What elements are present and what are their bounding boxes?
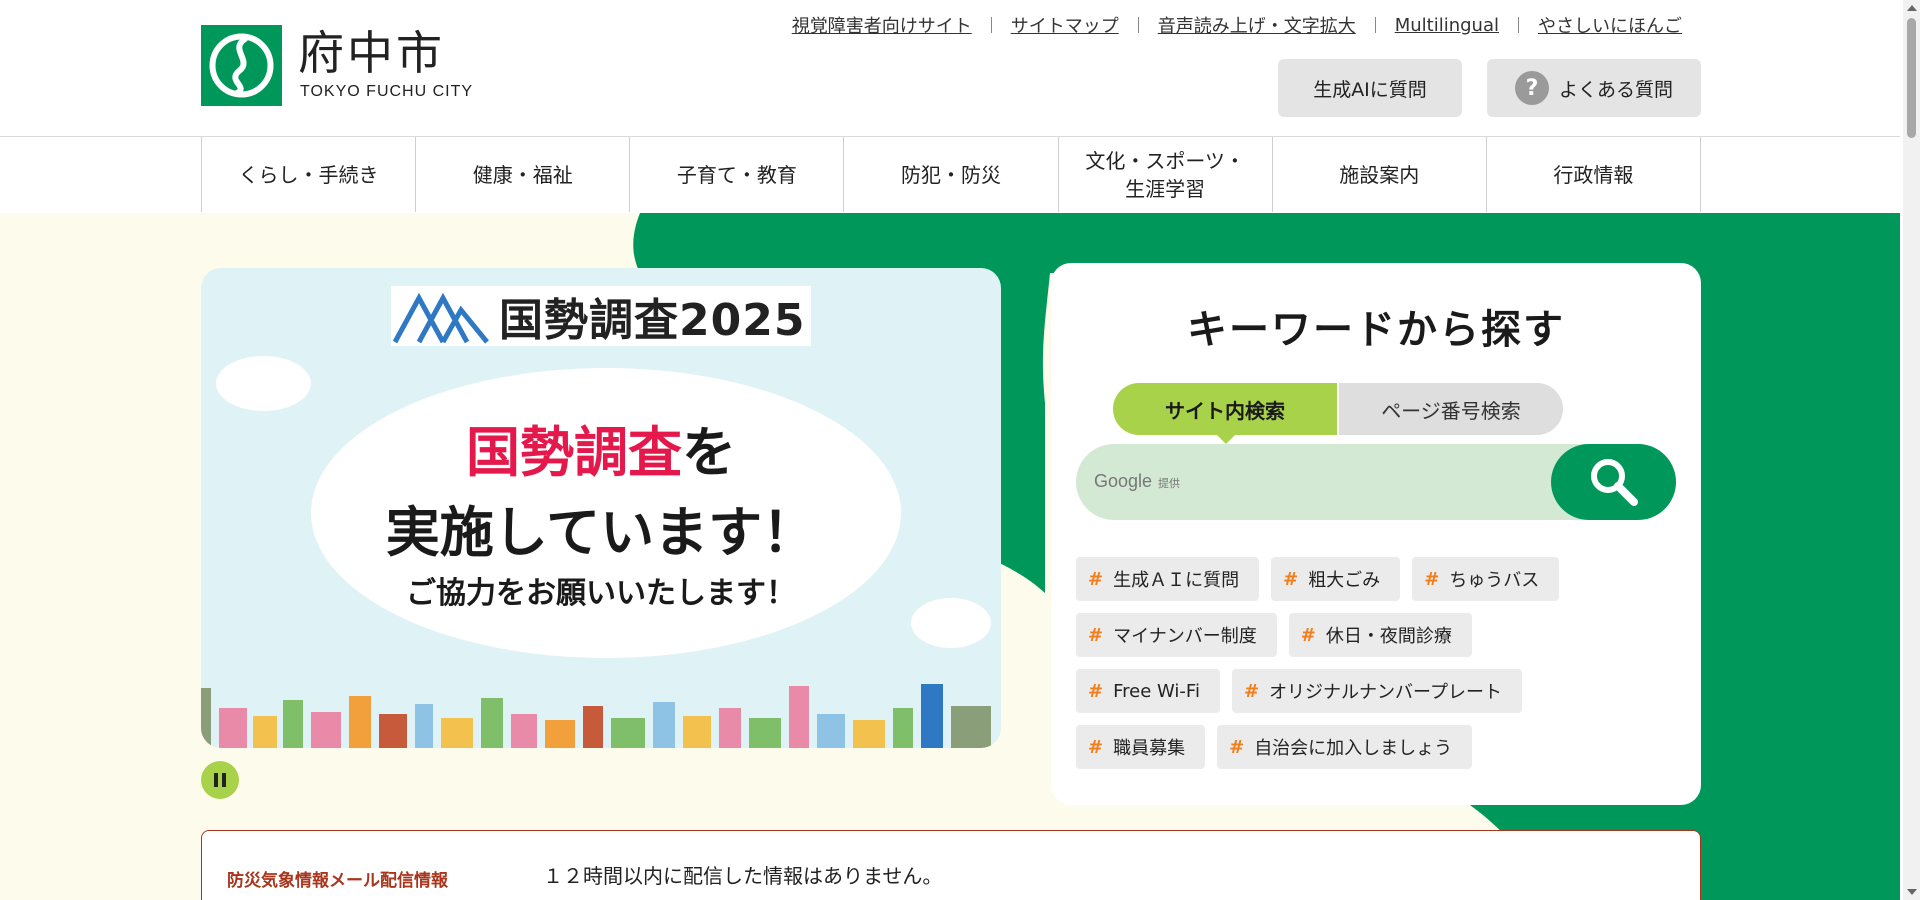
divider	[990, 17, 992, 33]
powered-by: 提供	[1158, 478, 1181, 490]
search-icon	[1590, 459, 1638, 506]
pause-icon	[214, 773, 218, 787]
divider	[1374, 17, 1376, 33]
keyword-search-card: キーワードから探す サイト内検索 ページ番号検索 Google 提供 # 生成ＡＩに…	[1051, 263, 1701, 805]
slider-pause-button[interactable]	[201, 761, 239, 799]
census-banner-title: 国勢調査2025	[499, 295, 806, 346]
nav-item-living[interactable]: くらし・手続き	[201, 137, 415, 212]
site-logo[interactable]: 府中市 TOKYO FUCHU CITY	[201, 25, 491, 109]
hero-headline-rest: を	[682, 421, 736, 484]
main-area: 国勢調査2025 国勢調査を 実施しています！ ご協力をお願いいたします！ キー…	[0, 213, 1900, 900]
nav-item-culture[interactable]: 文化・スポーツ・ 生涯学習	[1057, 137, 1272, 212]
hero-headline: 国勢調査を	[201, 408, 1001, 487]
nav-item-label: 防犯・防災	[900, 162, 1001, 187]
link-sitemap[interactable]: サイトマップ	[1011, 12, 1119, 38]
cloud-decoration	[216, 356, 311, 411]
notice-label[interactable]: 防災気象情報メール配信情報	[227, 866, 448, 891]
hero-headline-red: 国勢調査	[466, 421, 682, 484]
ask-ai-label: 生成AIに質問	[1313, 78, 1427, 101]
nav-item-safety[interactable]: 防犯・防災	[843, 137, 1057, 212]
city-emblem-icon	[201, 25, 282, 106]
link-easy-japanese[interactable]: やさしいにほんご	[1538, 12, 1682, 38]
keyword-tag[interactable]: # オリジナルナンバープレート	[1231, 669, 1522, 713]
popular-keywords: # 生成ＡＩに質問 # 粗大ごみ # ちゅうバス # マイナンバー制度 # 休日・夜間診療…	[1076, 557, 1686, 781]
hero-caption: ご協力をお願いいたします！	[406, 576, 796, 611]
hero-slide[interactable]: 国勢調査2025 国勢調査を 実施しています！ ご協力をお願いいたします！	[201, 268, 1001, 748]
logo-title: 府中市	[298, 26, 445, 80]
disaster-mail-notice: 防災気象情報メール配信情報 １２時間以内に配信した情報はありません。	[201, 830, 1701, 900]
search-placeholder: Google 提供	[1094, 471, 1180, 492]
site-header: 府中市 TOKYO FUCHU CITY 視覚障害者向けサイト サイトマップ 音…	[0, 0, 1900, 137]
census-banner: 国勢調査2025	[391, 286, 811, 346]
keyword-tag[interactable]: # 自治会に加入しましょう	[1217, 725, 1473, 769]
nav-item-childcare[interactable]: 子育て・教育	[629, 137, 843, 212]
nav-item-label: 健康・福祉	[472, 162, 573, 187]
faq-label: よくある質問	[1558, 78, 1673, 101]
notice-text: １２時間以内に配信した情報はありません。	[543, 864, 943, 888]
nav-item-label: くらし・手続き	[238, 162, 379, 187]
utility-links: 視覚障害者向けサイト サイトマップ 音声読み上げ・文字拡大 Multilingu…	[792, 12, 1682, 38]
keyword-tag[interactable]: # 休日・夜間診療	[1288, 613, 1472, 657]
divider	[1137, 17, 1139, 33]
census-logo-icon	[392, 292, 489, 344]
search-button[interactable]	[1551, 444, 1676, 520]
scroll-up-icon[interactable]	[1907, 5, 1917, 11]
global-nav: くらし・手続き 健康・福祉 子育て・教育 防犯・防災 文化・スポーツ・ 生涯学習…	[201, 137, 1701, 212]
nav-item-label: 行政情報	[1553, 162, 1634, 187]
keyword-tag[interactable]: # Free Wi-Fi	[1076, 669, 1220, 713]
tab-page-number-search[interactable]: ページ番号検索	[1337, 383, 1563, 435]
keyword-tag[interactable]: # マイナンバー制度	[1076, 613, 1277, 657]
nav-item-facilities[interactable]: 施設案内	[1271, 137, 1486, 212]
faq-button[interactable]: ? よくある質問	[1487, 59, 1701, 117]
search-input[interactable]: Google 提供	[1076, 444, 1676, 520]
tab-site-search[interactable]: サイト内検索	[1113, 383, 1337, 444]
google-brand: Google	[1094, 471, 1153, 491]
nav-item-label: 文化・スポーツ・ 生涯学習	[1085, 148, 1245, 201]
question-icon: ?	[1514, 71, 1549, 105]
nav-item-label: 施設案内	[1339, 162, 1420, 187]
nav-item-label: 子育て・教育	[676, 162, 797, 187]
logo-subtitle: TOKYO FUCHU CITY	[300, 83, 474, 100]
hero-subheadline: 実施しています！	[385, 501, 817, 564]
keyword-tag[interactable]: # ちゅうバス	[1412, 557, 1560, 601]
divider	[1518, 17, 1519, 33]
keyword-tag[interactable]: # 粗大ごみ	[1271, 557, 1401, 601]
keyword-tag[interactable]: # 生成ＡＩに質問	[1076, 557, 1260, 601]
link-visually-impaired[interactable]: 視覚障害者向けサイト	[792, 12, 972, 38]
page-scrollbar[interactable]	[1903, 0, 1920, 900]
keyword-tag[interactable]: # 職員募集	[1076, 725, 1206, 769]
link-multilingual[interactable]: Multilingual	[1395, 15, 1499, 36]
ask-ai-button[interactable]: 生成AIに質問	[1278, 59, 1462, 117]
search-title: キーワードから探す	[1187, 307, 1565, 353]
nav-item-health[interactable]: 健康・福祉	[415, 137, 629, 212]
link-voice-reader[interactable]: 音声読み上げ・文字拡大	[1158, 12, 1356, 38]
scroll-down-icon[interactable]	[1907, 889, 1917, 895]
nav-item-administration[interactable]: 行政情報	[1485, 137, 1701, 212]
townscape-illustration	[201, 684, 991, 748]
scrollbar-thumb[interactable]	[1907, 18, 1916, 138]
search-tabs: サイト内検索 ページ番号検索	[1113, 383, 1563, 444]
